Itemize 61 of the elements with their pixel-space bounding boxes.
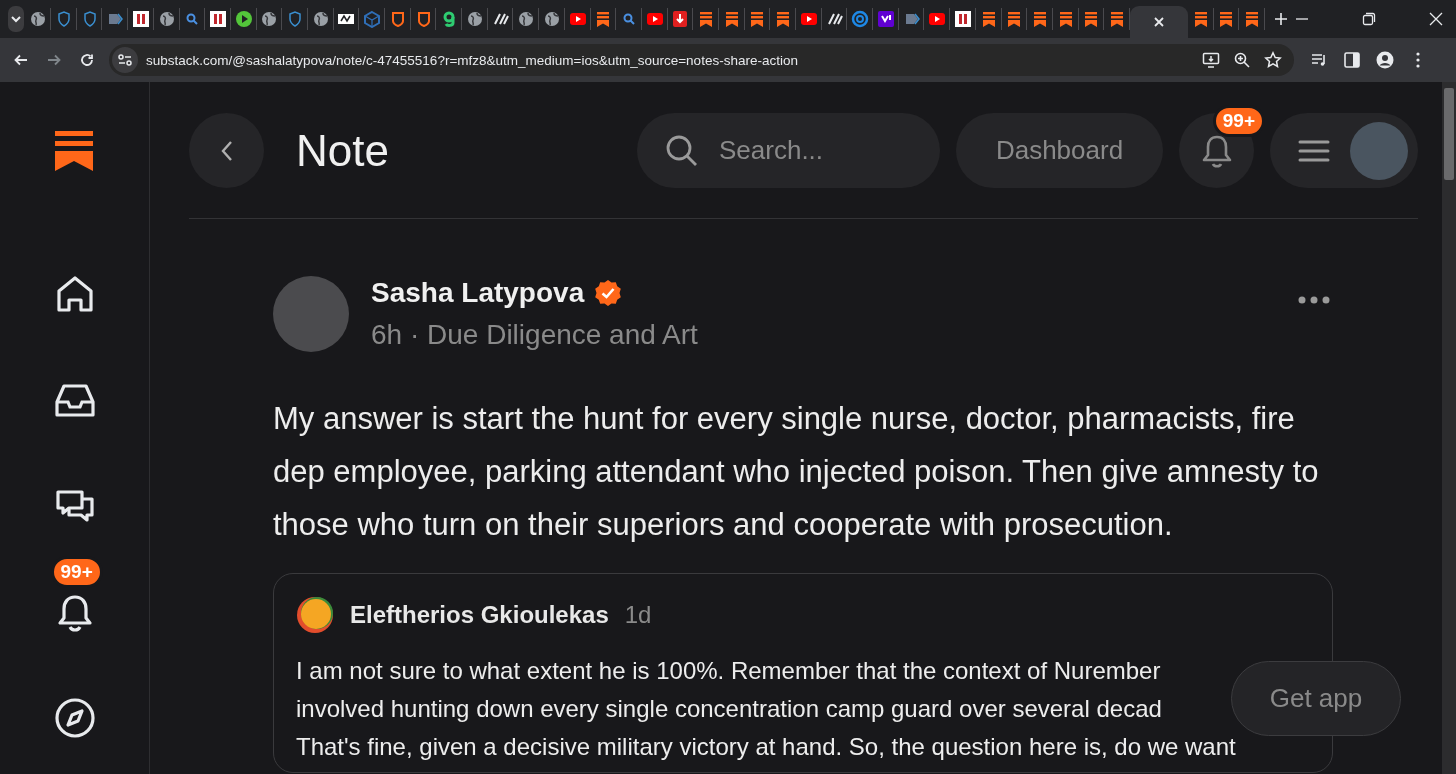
note-text: My answer is start the hunt for every single nurse, doctor, pharmacists, fire dep employee, parking attendant who injected poison. Then give amnesty to those who turn on their superiors and cooperate with prosecution. <box>273 400 1320 544</box>
plus-icon <box>1274 12 1288 26</box>
globe-icon <box>311 10 330 28</box>
quoted-text-line: involved hunting down every single concentration camp guard over several decad <box>296 694 1162 724</box>
play-icon <box>568 10 587 28</box>
get-app-button[interactable]: Get app <box>1231 661 1401 736</box>
compass-icon[interactable] <box>54 698 95 738</box>
media-queue-icon[interactable] <box>1310 51 1328 69</box>
forward-arrow-icon[interactable] <box>46 52 62 68</box>
back-arrow-icon[interactable] <box>13 52 29 68</box>
play-icon <box>799 10 818 28</box>
menu-icon <box>1298 138 1330 163</box>
page-title: Note <box>296 125 389 176</box>
close-icon[interactable] <box>1429 12 1443 26</box>
play-icon <box>234 10 253 28</box>
cube-icon <box>363 10 382 28</box>
globe-icon <box>157 10 176 28</box>
install-app-icon[interactable] <box>1202 51 1220 69</box>
search-bar[interactable]: Search... <box>637 113 940 188</box>
dashboard-button[interactable]: Dashboard <box>956 113 1163 188</box>
round-logo-icon <box>296 596 334 634</box>
star-icon[interactable] <box>1264 51 1282 69</box>
avatar-photo <box>1350 121 1408 180</box>
side-panel-icon[interactable] <box>1343 51 1361 69</box>
browser-tab[interactable] <box>1129 6 1188 38</box>
chevron-left-icon <box>219 139 234 162</box>
search-input[interactable]: Search... <box>717 134 921 167</box>
play-icon <box>645 10 664 28</box>
globe-icon <box>29 10 48 28</box>
pin-icon <box>671 10 690 28</box>
close-icon[interactable] <box>1152 16 1165 28</box>
home-icon[interactable] <box>54 274 95 314</box>
url-text: substack.com/@sashalatypova/note/c-47455516?r=mfz8&utm_medium=ios&utm_source=notes-share-action <box>146 52 798 68</box>
site-settings-icon[interactable] <box>117 52 133 68</box>
restore-icon[interactable] <box>1362 12 1376 26</box>
quoted-text-line: I am not sure to what extent he is 100%. Remember that the context of Nurember <box>296 656 1161 686</box>
logo-tile-icon <box>131 10 150 28</box>
globe-icon <box>517 10 536 28</box>
scrollbar[interactable] <box>1442 82 1456 774</box>
more-options-icon[interactable] <box>1298 296 1330 304</box>
zoom-icon[interactable] <box>1233 51 1251 69</box>
globe-icon <box>260 10 279 28</box>
search-icon <box>665 133 699 168</box>
logo-tile-icon <box>953 10 972 28</box>
profile-icon[interactable] <box>1376 51 1394 69</box>
logo-tile-icon <box>209 10 228 28</box>
substack-logo-icon[interactable] <box>54 131 93 171</box>
globe-icon <box>465 10 484 28</box>
author-name[interactable]: Eleftherios Gkioulekas <box>350 601 609 629</box>
play-icon <box>928 10 947 28</box>
address-bar[interactable]: substack.com/@sashalatypova/note/c-47455516?r=mfz8&utm_medium=ios&utm_source=notes-share-action <box>109 44 1294 76</box>
post-time: 1d <box>624 601 652 629</box>
globe-icon <box>542 10 561 28</box>
ring-icon <box>851 10 870 28</box>
author-name[interactable]: Sasha Latypova <box>371 277 585 309</box>
reload-icon[interactable] <box>79 52 95 68</box>
notification-count: 99+ <box>1212 105 1265 137</box>
scrollbar-thumb[interactable] <box>1444 88 1454 180</box>
tab-search-button[interactable] <box>8 6 25 32</box>
logo-tile-icon <box>876 10 895 28</box>
post-meta: 6h · Due Diligence and Art <box>371 319 698 351</box>
